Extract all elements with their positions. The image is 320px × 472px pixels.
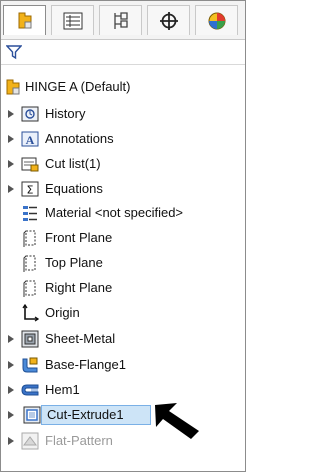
part-name-label: HINGE A (Default) xyxy=(25,79,131,94)
plane-icon xyxy=(21,254,39,272)
cut-extrude-icon xyxy=(23,406,41,424)
flat-pattern-icon xyxy=(21,432,39,450)
expand-caret-icon[interactable] xyxy=(7,328,15,350)
tree-item-top-plane[interactable]: Top Plane xyxy=(1,252,245,274)
tree-item-cut-list[interactable]: Cut list(1) xyxy=(1,153,245,175)
expand-caret-icon[interactable] xyxy=(7,404,15,426)
property-manager-icon xyxy=(63,12,82,29)
filter-icon[interactable] xyxy=(6,44,22,60)
tree-item-label: Top Plane xyxy=(45,255,103,270)
pointer-arrow-icon xyxy=(155,403,199,439)
tab-property-manager[interactable] xyxy=(51,5,94,35)
expand-caret-icon[interactable] xyxy=(7,430,15,452)
manager-tab-bar xyxy=(1,1,245,40)
tree-item-label: Origin xyxy=(45,305,80,320)
tree-item-front-plane[interactable]: Front Plane xyxy=(1,227,245,249)
tab-dimxpert-manager[interactable] xyxy=(147,5,190,35)
origin-icon xyxy=(21,304,39,322)
filter-bar xyxy=(1,40,245,65)
base-flange-icon xyxy=(21,356,39,374)
expand-caret-icon[interactable] xyxy=(7,128,15,150)
tree-root[interactable]: HINGE A (Default) xyxy=(1,76,245,98)
feature-manager-icon xyxy=(18,12,31,28)
tree-item-label: Equations xyxy=(45,181,103,196)
tree-item-annotations[interactable]: A Annotations xyxy=(1,128,245,150)
expand-caret-icon[interactable] xyxy=(7,103,15,125)
tree-item-sheet-metal[interactable]: Sheet-Metal xyxy=(1,328,245,350)
tree-item-label: Cut list(1) xyxy=(45,156,101,171)
tree-item-base-flange1[interactable]: Base-Flange1 xyxy=(1,354,245,376)
material-icon xyxy=(21,204,39,222)
tree-item-label: Cut-Extrude1 xyxy=(47,407,124,422)
tree-item-flat-pattern[interactable]: Flat-Pattern xyxy=(1,430,245,452)
tab-feature-manager[interactable] xyxy=(3,5,46,35)
tree-item-label: Front Plane xyxy=(45,230,113,245)
plane-icon xyxy=(21,229,39,247)
tree-item-history[interactable]: History xyxy=(1,103,245,125)
hem-icon xyxy=(21,381,39,399)
tree-item-label: Base-Flange1 xyxy=(45,357,126,372)
plane-icon xyxy=(21,279,39,297)
tree-item-origin[interactable]: Origin xyxy=(1,302,245,324)
display-manager-icon xyxy=(208,12,225,29)
tree-item-cut-extrude1[interactable]: Cut-Extrude1 xyxy=(1,404,245,426)
tree-item-label: Material <not specified> xyxy=(45,205,184,220)
tree-item-label: History xyxy=(45,106,86,121)
tree-item-equations[interactable]: Σ Equations xyxy=(1,178,245,200)
part-icon xyxy=(4,78,22,96)
expand-caret-icon[interactable] xyxy=(7,354,15,376)
svg-text:Σ: Σ xyxy=(27,184,34,197)
expand-caret-icon[interactable] xyxy=(7,153,15,175)
tree-item-label: Right Plane xyxy=(45,280,113,295)
tree-item-label: Sheet-Metal xyxy=(45,331,116,346)
tree-item-label: Annotations xyxy=(45,131,114,146)
tab-configuration-manager[interactable] xyxy=(99,5,142,35)
svg-text:A: A xyxy=(26,133,35,147)
equations-icon: Σ xyxy=(21,180,39,198)
tree-item-label: Flat-Pattern xyxy=(45,433,113,448)
expand-caret-icon[interactable] xyxy=(7,178,15,200)
configuration-manager-icon xyxy=(113,11,128,29)
tree-item-right-plane[interactable]: Right Plane xyxy=(1,277,245,299)
tree-item-label: Hem1 xyxy=(45,382,80,397)
feature-manager-panel: HINGE A (Default) History A Annotations … xyxy=(0,0,246,472)
expand-caret-icon[interactable] xyxy=(7,379,15,401)
sheet-metal-icon xyxy=(21,330,39,348)
tree-item-hem1[interactable]: Hem1 xyxy=(1,379,245,401)
cut-list-icon xyxy=(21,155,39,173)
tab-display-manager[interactable] xyxy=(195,5,238,35)
dimxpert-icon xyxy=(159,11,178,30)
tree-item-material[interactable]: Material <not specified> xyxy=(1,202,245,224)
history-icon xyxy=(21,105,39,123)
annotations-icon: A xyxy=(21,130,39,148)
